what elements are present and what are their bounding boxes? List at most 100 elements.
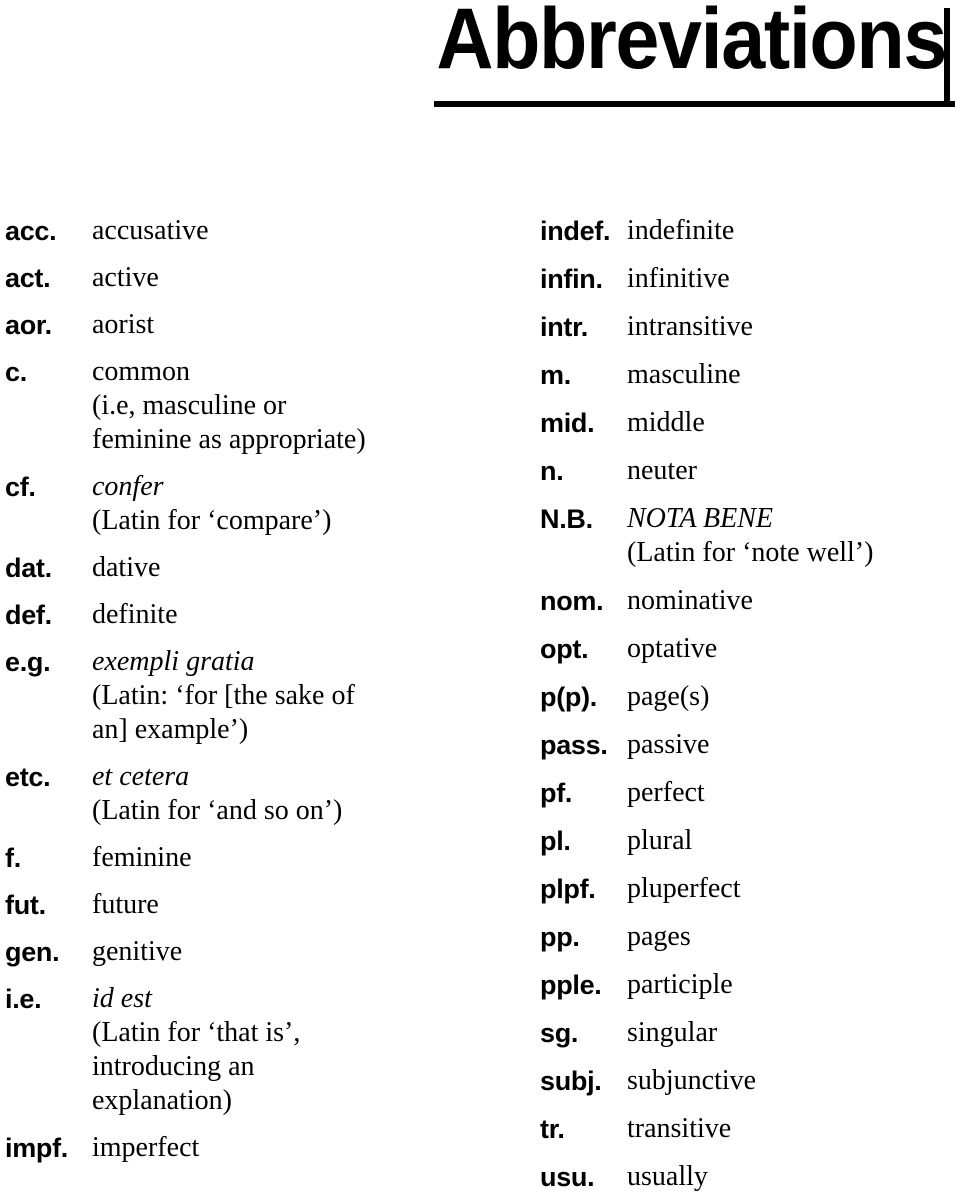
abbreviation-definition: neuter xyxy=(627,454,960,488)
page-title: Abbreviations xyxy=(436,0,947,87)
abbreviation-entry: etc. et cetera (Latin for ‘and so on’) xyxy=(5,760,475,828)
definition-line: (Latin for ‘compare’) xyxy=(92,505,332,536)
definition-line: feminine xyxy=(92,842,192,873)
abbreviation-definition: pluperfect xyxy=(627,872,960,906)
abbreviation-entry: pf. perfect xyxy=(540,776,960,810)
definition-line: common xyxy=(92,356,190,387)
abbreviation-term: pple. xyxy=(540,970,602,1000)
abbreviation-definition: et cetera (Latin for ‘and so on’) xyxy=(92,760,475,828)
definition-line: pages xyxy=(627,921,691,952)
abbreviation-term: etc. xyxy=(5,762,51,792)
abbreviation-term: f. xyxy=(5,843,21,873)
abbreviation-definition: transitive xyxy=(627,1112,960,1146)
definition-line: explanation) xyxy=(92,1085,232,1116)
abbreviation-entry: pass. passive xyxy=(540,728,960,762)
abbreviation-entry: pl. plural xyxy=(540,824,960,858)
abbreviation-term: pass. xyxy=(540,730,608,760)
abbreviation-entry: indef. indefinite xyxy=(540,214,960,248)
abbreviation-term: mid. xyxy=(540,408,595,438)
definition-line: (Latin for ‘that is’, xyxy=(92,1017,301,1048)
abbreviation-definition: infinitive xyxy=(627,262,960,296)
abbreviation-entry: cf. confer (Latin for ‘compare’) xyxy=(5,470,475,538)
abbreviation-entry: mid. middle xyxy=(540,406,960,440)
abbreviation-term: dat. xyxy=(5,553,52,583)
definition-line: introducing an xyxy=(92,1051,255,1082)
abbreviation-definition: exempli gratia (Latin: ‘for [the sake of a… xyxy=(92,645,475,747)
abbreviation-term: c. xyxy=(5,357,27,387)
abbreviation-term: acc. xyxy=(5,216,57,246)
abbreviation-entry: i.e. id est (Latin for ‘that is’, introduci… xyxy=(5,982,475,1118)
abbreviation-entry: tr. transitive xyxy=(540,1112,960,1146)
definition-line: confer xyxy=(92,471,164,502)
abbreviation-term: n. xyxy=(540,456,564,486)
abbreviation-term: pl. xyxy=(540,826,571,856)
definition-line: nominative xyxy=(627,585,753,616)
definition-line: NOTA BENE xyxy=(627,503,773,534)
abbreviation-entry: f. feminine xyxy=(5,841,475,875)
abbreviation-entry: subj. subjunctive xyxy=(540,1064,960,1098)
abbreviation-definition: id est (Latin for ‘that is’, introducing a… xyxy=(92,982,475,1118)
abbreviation-term: pp. xyxy=(540,922,580,952)
abbreviation-term: sg. xyxy=(540,1018,579,1048)
abbreviation-definition: aorist xyxy=(92,308,475,342)
abbreviation-entry: infin. infinitive xyxy=(540,262,960,296)
definition-line: et cetera xyxy=(92,761,190,792)
abbreviation-entry: m. masculine xyxy=(540,358,960,392)
abbreviation-definition: plural xyxy=(627,824,960,858)
abbreviation-entry: dat. dative xyxy=(5,551,475,585)
definition-line: usually xyxy=(627,1161,708,1192)
definition-line: future xyxy=(92,889,159,920)
definition-line: transitive xyxy=(627,1113,732,1144)
abbreviation-definition: indefinite xyxy=(627,214,960,248)
definition-line: aorist xyxy=(92,309,155,340)
abbreviation-term: subj. xyxy=(540,1066,602,1096)
abbreviation-definition: passive xyxy=(627,728,960,762)
abbreviation-entry: usu. usually xyxy=(540,1160,960,1194)
abbreviation-column-right: indef. indefinite infin. infinitive intr. int… xyxy=(540,214,960,1200)
definition-line: genitive xyxy=(92,936,183,967)
abbreviation-term: def. xyxy=(5,600,52,630)
abbreviation-term: intr. xyxy=(540,312,589,342)
abbreviation-entry: c. common (i.e, masculine or feminine as ap… xyxy=(5,355,475,457)
abbreviation-entry: acc. accusative xyxy=(5,214,475,248)
abbreviation-term: impf. xyxy=(5,1133,68,1163)
page-header: Abbreviations xyxy=(0,0,960,118)
definition-line: definite xyxy=(92,599,178,630)
abbreviation-term: p(p). xyxy=(540,682,597,712)
definition-line: participle xyxy=(627,969,733,1000)
abbreviation-term: nom. xyxy=(540,586,604,616)
abbreviation-column-left: acc. accusative act. active aor. aorist c. comm… xyxy=(5,214,475,1178)
definition-line: intransitive xyxy=(627,311,753,342)
abbreviation-definition: active xyxy=(92,261,475,295)
abbreviation-definition: intransitive xyxy=(627,310,960,344)
abbreviation-definition: confer (Latin for ‘compare’) xyxy=(92,470,475,538)
definition-line: (Latin for ‘and so on’) xyxy=(92,795,343,826)
abbreviation-term: indef. xyxy=(540,216,611,246)
definition-line: perfect xyxy=(627,777,705,808)
abbreviation-entry: plpf. pluperfect xyxy=(540,872,960,906)
abbreviation-definition: definite xyxy=(92,598,475,632)
header-vertical-rule xyxy=(944,8,950,107)
abbreviation-term: cf. xyxy=(5,472,36,502)
definition-line: indefinite xyxy=(627,215,735,246)
abbreviation-definition: middle xyxy=(627,406,960,440)
definition-line: pluperfect xyxy=(627,873,741,904)
definition-line: accusative xyxy=(92,215,209,246)
header-horizontal-rule xyxy=(434,101,955,107)
definition-line: exempli gratia xyxy=(92,646,255,677)
abbreviation-definition: subjunctive xyxy=(627,1064,960,1098)
abbreviation-definition: NOTA BENE (Latin for ‘note well’) xyxy=(627,502,960,570)
abbreviation-entry: intr. intransitive xyxy=(540,310,960,344)
abbreviation-entry: e.g. exempli gratia (Latin: ‘for [the sake… xyxy=(5,645,475,747)
abbreviation-definition: pages xyxy=(627,920,960,954)
definition-line: infinitive xyxy=(627,263,730,294)
definition-line: plural xyxy=(627,825,693,856)
abbreviation-definition: optative xyxy=(627,632,960,666)
abbreviation-entry: pple. participle xyxy=(540,968,960,1002)
abbreviation-definition: participle xyxy=(627,968,960,1002)
abbreviation-definition: nominative xyxy=(627,584,960,618)
abbreviations-page: Abbreviations acc. accusative act. active ao… xyxy=(0,0,960,1200)
abbreviation-definition: dative xyxy=(92,551,475,585)
abbreviation-term: pf. xyxy=(540,778,573,808)
abbreviation-term: gen. xyxy=(5,937,60,967)
